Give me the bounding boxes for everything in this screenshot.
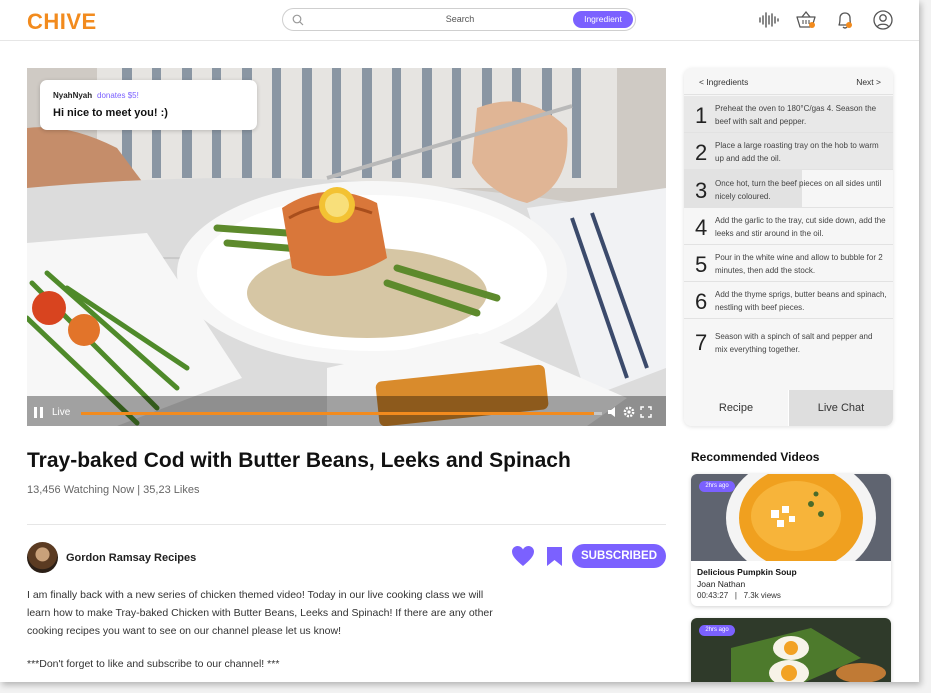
audio-wave-icon[interactable] xyxy=(757,9,779,31)
notification-badge xyxy=(846,22,852,28)
recipe-step[interactable]: 5 Pour in the white wine and allow to bu… xyxy=(684,245,893,282)
recipe-step[interactable]: 3 Once hot, turn the beef pieces on all … xyxy=(684,170,893,208)
description-note: ***Don't forget to like and subscribe to… xyxy=(27,658,280,670)
video-progress[interactable] xyxy=(81,412,602,415)
video-progress-fill xyxy=(81,412,595,415)
cart-badge xyxy=(809,22,815,28)
volume-icon[interactable] xyxy=(607,406,619,418)
recipe-tabs: Recipe Live Chat xyxy=(684,390,893,426)
channel-name[interactable]: Gordon Ramsay Recipes xyxy=(66,552,196,564)
recipe-step[interactable]: 6 Add the thyme sprigs, butter beans and… xyxy=(684,282,893,319)
live-label: Live xyxy=(52,407,71,418)
time-badge: 2hrs ago xyxy=(699,625,735,636)
app-window: CHIVE Search Ingredient NyahNyah donates… xyxy=(0,0,919,682)
search-bar[interactable]: Search Ingredient xyxy=(282,8,636,31)
step-number: 6 xyxy=(695,289,708,314)
video-author: Joan Nathan xyxy=(697,579,746,589)
chat-username: NyahNyah xyxy=(53,91,93,100)
step-text: Add the garlic to the tray, cut side dow… xyxy=(715,216,886,238)
next-link[interactable]: Next > xyxy=(856,77,881,87)
video-title: Tray-baked Cod with Butter Beans, Leeks … xyxy=(27,449,571,472)
step-number: 2 xyxy=(695,140,708,165)
video-controls: Live xyxy=(27,401,666,426)
video-duration: 00:43:27 xyxy=(697,591,729,600)
search-icon xyxy=(292,14,304,26)
video-views: 7.3k views xyxy=(743,591,781,600)
recommended-heading: Recommended Videos xyxy=(691,450,820,464)
heart-icon[interactable] xyxy=(511,545,535,567)
chat-message: Hi nice to meet you! :) xyxy=(53,107,168,119)
recipe-panel: < Ingredients Next > 1 Preheat the oven … xyxy=(684,68,893,426)
bookmark-icon[interactable] xyxy=(546,546,563,567)
recipe-nav: < Ingredients Next > xyxy=(684,68,893,95)
video-player[interactable]: NyahNyah donates $5! Hi nice to meet you… xyxy=(27,68,666,426)
tab-live-chat[interactable]: Live Chat xyxy=(789,390,893,426)
recipe-step[interactable]: 7 Season with a spinch of salt and peppe… xyxy=(684,319,893,364)
ingredient-toggle[interactable]: Ingredient xyxy=(573,11,633,28)
recipe-step[interactable]: 4 Add the garlic to the tray, cut side d… xyxy=(684,208,893,245)
recipe-step[interactable]: 1 Preheat the oven to 180°C/gas 4. Seaso… xyxy=(684,96,893,133)
fullscreen-icon[interactable] xyxy=(640,406,652,418)
settings-icon[interactable] xyxy=(623,406,635,418)
channel-avatar[interactable] xyxy=(27,542,58,573)
video-meta: 00:43:27 | 7.3k views xyxy=(697,591,781,600)
step-text: Pour in the white wine and allow to bubb… xyxy=(715,253,883,275)
cart-button[interactable] xyxy=(795,9,819,31)
basket-icon xyxy=(796,10,816,28)
ingredients-link[interactable]: < Ingredients xyxy=(699,77,748,87)
step-text: Place a large roasting tray on the hob t… xyxy=(715,141,879,163)
recipe-step[interactable]: 2 Place a large roasting tray on the hob… xyxy=(684,133,893,170)
video-description: I am finally back with a new series of c… xyxy=(27,589,493,637)
profile-icon[interactable] xyxy=(872,9,894,31)
top-bar: CHIVE Search Ingredient xyxy=(0,0,919,41)
recommended-video-card[interactable]: 2hrs ago Delicious Pumpkin Soup Joan Nat… xyxy=(691,474,891,606)
step-number: 4 xyxy=(695,215,708,240)
recommended-video-card[interactable]: 2hrs ago xyxy=(691,618,891,682)
step-text: Add the thyme sprigs, butter beans and s… xyxy=(715,290,887,312)
subscribe-button[interactable]: SUBSCRIBED xyxy=(572,544,666,568)
time-badge: 2hrs ago xyxy=(699,481,735,492)
chat-donation: donates $5! xyxy=(97,91,139,100)
video-stats: 13,456 Watching Now | 35,23 Likes xyxy=(27,484,200,496)
step-text: Season with a spinch of salt and pepper … xyxy=(715,332,873,354)
step-number: 5 xyxy=(695,252,708,277)
divider xyxy=(27,524,666,525)
notifications-button[interactable] xyxy=(834,9,856,31)
separator: | xyxy=(730,591,742,600)
step-number: 7 xyxy=(695,330,708,355)
logo[interactable]: CHIVE xyxy=(27,9,97,35)
bell-icon xyxy=(838,12,852,29)
step-text: Once hot, turn the beef pieces on all si… xyxy=(715,179,882,201)
tab-recipe[interactable]: Recipe xyxy=(684,390,788,426)
step-text: Preheat the oven to 180°C/gas 4. Season … xyxy=(715,104,877,126)
pause-icon[interactable] xyxy=(34,407,44,418)
step-number: 3 xyxy=(695,178,708,203)
video-name: Delicious Pumpkin Soup xyxy=(697,567,797,577)
step-number: 1 xyxy=(695,103,708,128)
live-chat-bubble: NyahNyah donates $5! Hi nice to meet you… xyxy=(40,80,257,130)
